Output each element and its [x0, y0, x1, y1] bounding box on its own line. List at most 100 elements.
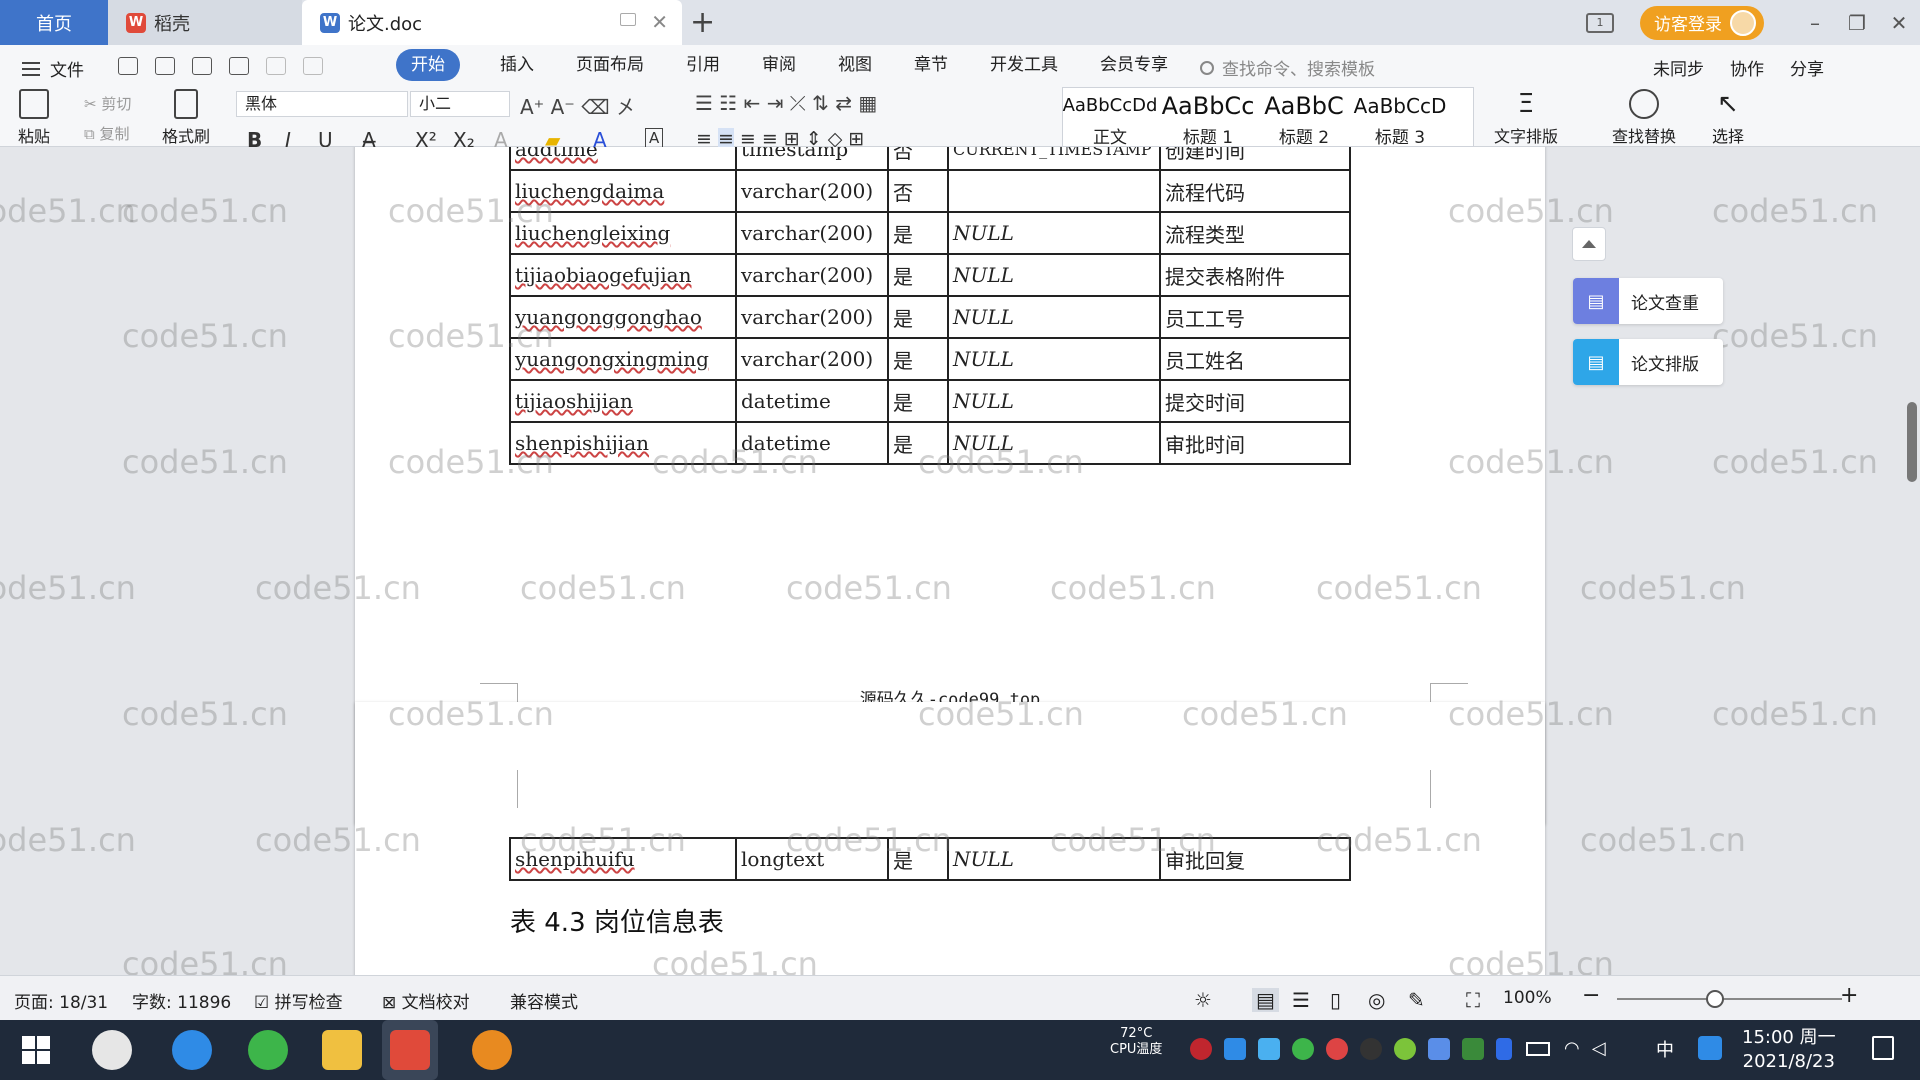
- page-view-icon[interactable]: ▤: [1252, 988, 1279, 1012]
- table-cell[interactable]: 是: [887, 295, 949, 339]
- menu-tab-developer[interactable]: 开发工具: [969, 49, 1079, 81]
- table-cell[interactable]: 流程类型: [1159, 211, 1351, 255]
- zoom-in-icon[interactable]: +: [1840, 983, 1858, 1008]
- table-cell[interactable]: liuchengdaima: [509, 169, 737, 213]
- table-cell[interactable]: tijiaoshijian: [509, 379, 737, 423]
- table-cell[interactable]: 流程代码: [1159, 169, 1351, 213]
- print-icon[interactable]: [192, 57, 212, 75]
- tray-app-icon[interactable]: [1394, 1038, 1416, 1060]
- table-cell[interactable]: [947, 169, 1161, 213]
- table-cell[interactable]: yuangonggonghao: [509, 295, 737, 339]
- table-cell[interactable]: tijiaobiaogefujian: [509, 253, 737, 297]
- battery-icon[interactable]: [1526, 1042, 1550, 1056]
- list-indent-icons[interactable]: ☰ ☷ ⇤ ⇥ ⤫ ⇅ ⇄ ▦: [695, 91, 877, 115]
- search-app-icon[interactable]: [1698, 1036, 1722, 1060]
- menu-tab-insert[interactable]: 插入: [479, 49, 555, 81]
- char-border-icon[interactable]: A: [645, 128, 664, 148]
- page-indicator[interactable]: 页面: 18/31: [14, 988, 108, 1013]
- restore-icon[interactable]: ❐: [1836, 11, 1878, 35]
- guest-login-button[interactable]: 访客登录: [1640, 5, 1764, 40]
- float-window-icon[interactable]: [620, 13, 636, 26]
- tab-document[interactable]: W 论文.doc ✕: [302, 0, 682, 45]
- tray-app-icon[interactable]: [1428, 1038, 1450, 1060]
- menu-tab-references[interactable]: 引用: [665, 49, 741, 81]
- table-cell[interactable]: NULL: [947, 253, 1161, 297]
- zoom-out-icon[interactable]: −: [1582, 983, 1600, 1008]
- font-grow-shrink-icons[interactable]: A⁺ A⁻ ⌫ 㐅: [520, 91, 636, 120]
- redo-icon[interactable]: [303, 57, 323, 75]
- font-size-select[interactable]: 小二: [410, 91, 510, 117]
- table-cell[interactable]: datetime: [735, 421, 889, 465]
- notification-icon[interactable]: [1872, 1036, 1894, 1060]
- tray-app-icon[interactable]: [1292, 1038, 1314, 1060]
- table-cell[interactable]: longtext: [735, 837, 889, 881]
- zoom-slider-knob[interactable]: [1706, 990, 1724, 1008]
- style-heading-3[interactable]: AaBbCcD 标题 3: [1352, 89, 1448, 148]
- collaborate-button[interactable]: 协作: [1730, 55, 1764, 80]
- table-cell[interactable]: CURRENT_TIMESTAMP: [947, 147, 1161, 171]
- sync-status[interactable]: 未同步: [1653, 55, 1704, 80]
- table-cell[interactable]: NULL: [947, 211, 1161, 255]
- word-count[interactable]: 字数: 11896: [132, 988, 231, 1013]
- tray-app-icon[interactable]: [1224, 1038, 1246, 1060]
- table-cell[interactable]: 审批回复: [1159, 837, 1351, 881]
- share-button[interactable]: 分享: [1790, 55, 1824, 80]
- menu-tab-review[interactable]: 审阅: [741, 49, 817, 81]
- app-pinwheel-icon[interactable]: [92, 1030, 132, 1070]
- doc-proofread-button[interactable]: ⊠ 文档校对: [382, 988, 470, 1013]
- table-cell[interactable]: NULL: [947, 421, 1161, 465]
- table-cell[interactable]: 否: [887, 169, 949, 213]
- clock[interactable]: 15:00 周一 2021/8/23: [1742, 1026, 1836, 1074]
- qq-icon[interactable]: [1326, 1038, 1348, 1060]
- table-cell[interactable]: 是: [887, 211, 949, 255]
- table-cell[interactable]: timestamp: [735, 147, 889, 171]
- vertical-scrollbar[interactable]: [1904, 197, 1920, 975]
- paste-button[interactable]: 粘贴: [18, 89, 50, 147]
- undo-icon[interactable]: [266, 57, 286, 75]
- table-cell[interactable]: 创建时间: [1159, 147, 1351, 171]
- table-cell[interactable]: 审批时间: [1159, 421, 1351, 465]
- table-cell[interactable]: 是: [887, 337, 949, 381]
- menu-tab-member[interactable]: 会员专享: [1079, 49, 1189, 81]
- font-family-select[interactable]: 黑体: [236, 91, 408, 117]
- table-cell[interactable]: varchar(200): [735, 169, 889, 213]
- paper-format-button[interactable]: ▤ 论文排版: [1573, 339, 1723, 385]
- tray-app-icon[interactable]: [1190, 1038, 1212, 1060]
- bluetooth-icon[interactable]: [1496, 1038, 1512, 1060]
- print-preview-icon[interactable]: [229, 57, 249, 75]
- table-cell[interactable]: liuchengleixing: [509, 211, 737, 255]
- select-button[interactable]: ↖ 选择: [1712, 89, 1744, 147]
- eye-protection-icon[interactable]: ☼: [1194, 988, 1212, 1012]
- menu-tab-view[interactable]: 视图: [817, 49, 893, 81]
- table-cell[interactable]: 否: [887, 147, 949, 171]
- qq-icon[interactable]: [1360, 1038, 1382, 1060]
- close-tab-icon[interactable]: ✕: [651, 10, 668, 34]
- table-cell[interactable]: NULL: [947, 337, 1161, 381]
- text-layout-button[interactable]: Ξ 文字排版: [1494, 89, 1558, 147]
- cut-button[interactable]: ✂ 剪切: [84, 93, 131, 114]
- style-heading-2[interactable]: AaBbC 标题 2: [1256, 89, 1352, 148]
- ime-indicator[interactable]: 中: [1656, 1036, 1674, 1062]
- nvidia-icon[interactable]: [1462, 1038, 1484, 1060]
- table-cell[interactable]: NULL: [947, 837, 1161, 881]
- table-cell[interactable]: 员工工号: [1159, 295, 1351, 339]
- table-cell[interactable]: varchar(200): [735, 337, 889, 381]
- web-view-icon[interactable]: ◎: [1368, 988, 1385, 1012]
- minimize-icon[interactable]: –: [1794, 11, 1836, 35]
- ie-browser-icon[interactable]: [172, 1030, 212, 1070]
- style-normal[interactable]: AaBbCcDd 正文: [1062, 89, 1158, 148]
- table-cell[interactable]: 提交表格附件: [1159, 253, 1351, 297]
- command-search[interactable]: 查找命令、搜索模板: [1200, 55, 1375, 80]
- volume-icon[interactable]: ◁: [1592, 1038, 1606, 1060]
- 360-browser-icon[interactable]: [248, 1030, 288, 1070]
- cpu-temp-widget[interactable]: 72°C CPU温度: [1110, 1026, 1162, 1058]
- copy-button[interactable]: ⧉ 复制: [84, 123, 130, 144]
- table-cell[interactable]: 是: [887, 253, 949, 297]
- zoom-level[interactable]: 100%: [1503, 988, 1552, 1008]
- paper-check-button[interactable]: ▤ 论文查重: [1573, 278, 1723, 324]
- export-pdf-icon[interactable]: [155, 57, 175, 75]
- table-cell[interactable]: shenpishijian: [509, 421, 737, 465]
- outline-view-icon[interactable]: ☰: [1292, 988, 1310, 1012]
- wps-active-indicator[interactable]: [382, 1020, 438, 1080]
- document-area[interactable]: addtime timestamp 否 CURRENT_TIMESTAMP 创建…: [0, 147, 1920, 975]
